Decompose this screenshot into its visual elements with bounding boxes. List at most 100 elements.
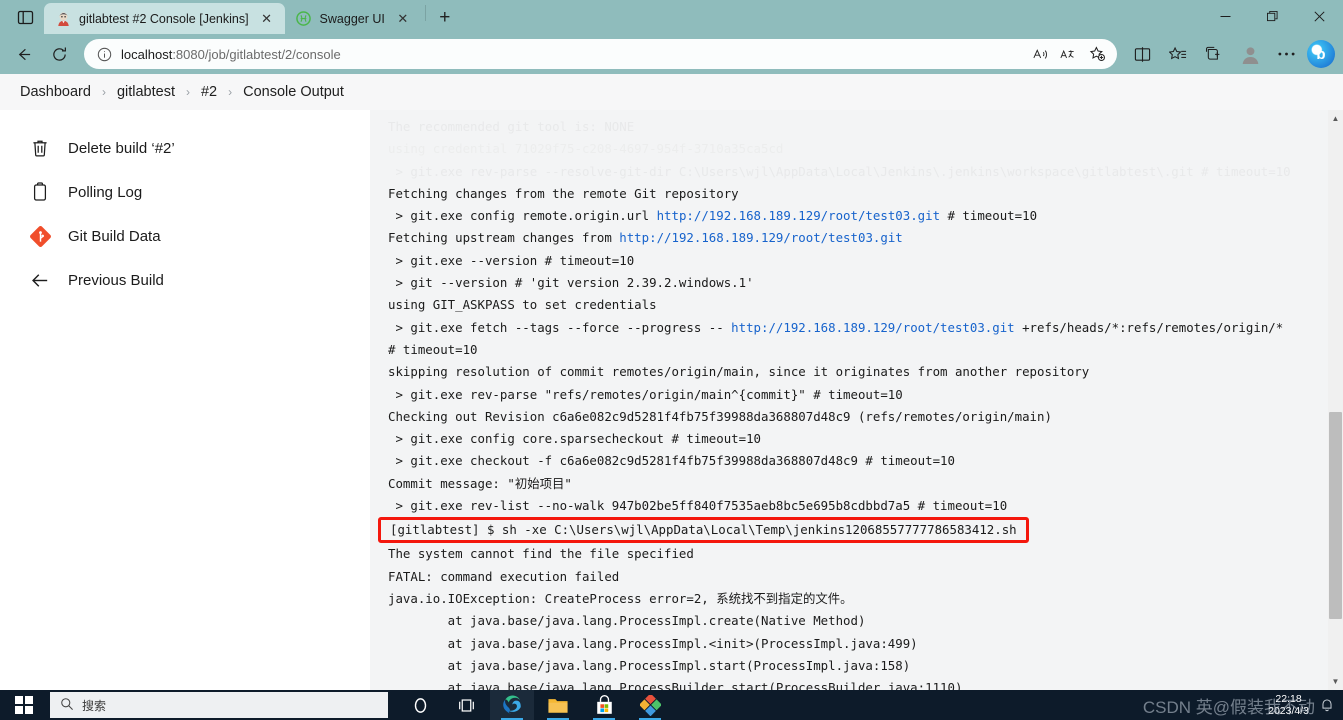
taskbar-clock[interactable]: 22:18 2023/4/3 bbox=[1268, 693, 1317, 717]
breadcrumb-item-console-output[interactable]: Console Output bbox=[237, 82, 350, 102]
highlighted-command: [gitlabtest] $ sh -xe C:\Users\wjl\AppDa… bbox=[378, 517, 1029, 544]
scroll-down-arrow[interactable]: ▼ bbox=[1328, 673, 1343, 690]
body-area: Delete build ‘#2’ Polling Log Git Build … bbox=[0, 110, 1343, 690]
sidebar-item-label: Previous Build bbox=[68, 271, 164, 289]
console-line-4: > git.exe config remote.origin.url http:… bbox=[370, 205, 1328, 227]
breadcrumb-separator: › bbox=[228, 85, 233, 99]
console-line-13: Checking out Revision c6a6e082c9d5281f4f… bbox=[388, 408, 1052, 424]
browser-tab-title-0: gitlabtest #2 Console [Jenkins] bbox=[79, 11, 249, 26]
split-screen-icon[interactable] bbox=[1125, 39, 1159, 69]
trash-icon bbox=[28, 136, 52, 160]
browser-window: gitlabtest #2 Console [Jenkins] ✕ Swagge… bbox=[0, 0, 1343, 690]
console-text: # timeout=10 bbox=[940, 208, 1038, 224]
tab-actions-icon[interactable] bbox=[6, 1, 44, 33]
clock-time: 22:18 bbox=[1275, 693, 1302, 705]
edge-icon[interactable] bbox=[490, 690, 534, 720]
jenkins-icon bbox=[55, 11, 71, 27]
console-line-17: > git.exe rev-list --no-walk 947b02be5ff… bbox=[388, 498, 1008, 514]
new-tab-button[interactable]: + bbox=[430, 4, 460, 32]
cortana-icon[interactable] bbox=[398, 690, 442, 720]
photos-icon[interactable] bbox=[628, 690, 672, 720]
address-bar-url[interactable]: localhost:8080/job/gitlabtest/2/console bbox=[121, 47, 1027, 62]
sidebar-item-polling-log[interactable]: Polling Log bbox=[0, 170, 370, 214]
scroll-up-arrow[interactable]: ▲ bbox=[1328, 110, 1343, 127]
console-link[interactable]: http://192.168.189.129/root/test03.git bbox=[731, 320, 1014, 335]
scrollbar-thumb[interactable] bbox=[1329, 412, 1342, 619]
console-line-12: > git.exe rev-parse "refs/remotes/origin… bbox=[388, 386, 903, 402]
console-line-3: Fetching changes from the remote Git rep… bbox=[388, 185, 739, 201]
notification-icon[interactable] bbox=[1317, 695, 1337, 715]
sidebar-item-git-build-data[interactable]: Git Build Data bbox=[0, 214, 370, 258]
browser-tab-title-1: Swagger UI bbox=[319, 11, 385, 26]
search-icon bbox=[60, 697, 74, 714]
file-explorer-icon[interactable] bbox=[536, 690, 580, 720]
tab-divider bbox=[424, 5, 426, 21]
tab-close-icon-1[interactable]: ✕ bbox=[393, 9, 413, 29]
console-text: +refs/heads/*:refs/remotes/origin/* bbox=[1014, 319, 1284, 335]
reload-button[interactable] bbox=[42, 39, 76, 69]
close-window-button[interactable] bbox=[1296, 0, 1343, 32]
breadcrumb-separator: › bbox=[185, 85, 190, 99]
console-output-text: The recommended git tool is: NONE using c… bbox=[370, 110, 1328, 690]
breadcrumb-separator: › bbox=[101, 85, 106, 99]
sidebar-item-previous-build[interactable]: Previous Build bbox=[0, 258, 370, 302]
console-line-22: at java.base/java.lang.ProcessImpl.creat… bbox=[388, 613, 866, 629]
console-line-20: FATAL: command execution failed bbox=[388, 568, 620, 584]
site-info-icon[interactable] bbox=[94, 44, 114, 64]
breadcrumb-item-build[interactable]: #2 bbox=[195, 82, 223, 102]
breadcrumb-item-gitlabtest[interactable]: gitlabtest bbox=[111, 82, 181, 102]
scrollbar-track[interactable] bbox=[1328, 127, 1343, 673]
browser-tab-1[interactable]: Swagger UI ✕ bbox=[285, 3, 421, 34]
add-favorite-icon[interactable] bbox=[1083, 41, 1111, 67]
swagger-icon bbox=[296, 11, 312, 27]
taskbar-search-placeholder: 搜索 bbox=[82, 698, 107, 713]
clipboard-icon bbox=[28, 180, 52, 204]
windows-start-icon[interactable] bbox=[0, 690, 48, 720]
console-line-2: > git.exe rev-parse --resolve-git-dir C:… bbox=[388, 163, 1291, 179]
read-aloud-icon[interactable] bbox=[1027, 41, 1055, 67]
settings-more-icon[interactable] bbox=[1269, 39, 1303, 69]
task-view-icon[interactable] bbox=[444, 690, 488, 720]
windows-taskbar: 搜索 22:18 2023/4/3 CSDN 英@假装我不动 bbox=[0, 690, 1343, 720]
navigation-bar: localhost:8080/job/gitlabtest/2/console bbox=[0, 34, 1343, 74]
console-line-24: at java.base/java.lang.ProcessImpl.start… bbox=[388, 657, 911, 673]
window-controls bbox=[1202, 0, 1343, 32]
vertical-scrollbar[interactable]: ▲ ▼ bbox=[1328, 110, 1343, 690]
git-icon bbox=[28, 224, 52, 248]
console-line-23: at java.base/java.lang.ProcessImpl.<init… bbox=[388, 635, 918, 651]
system-tray: 22:18 2023/4/3 bbox=[1268, 690, 1343, 720]
taskbar-search-box[interactable]: 搜索 bbox=[50, 692, 388, 718]
minimize-button[interactable] bbox=[1202, 0, 1249, 32]
console-line-21: java.io.IOException: CreateProcess error… bbox=[388, 590, 853, 606]
tab-close-icon-0[interactable]: ✕ bbox=[257, 9, 277, 29]
favorites-icon[interactable] bbox=[1161, 39, 1195, 69]
breadcrumb-item-dashboard[interactable]: Dashboard bbox=[14, 82, 97, 102]
console-line-8: using GIT_ASKPASS to set credentials bbox=[388, 297, 657, 313]
tab-strip: gitlabtest #2 Console [Jenkins] ✕ Swagge… bbox=[0, 0, 1343, 34]
console-line-9: > git.exe fetch --tags --force --progres… bbox=[370, 317, 1328, 339]
translate-icon[interactable] bbox=[1055, 41, 1083, 67]
page-content: Dashboard › gitlabtest › #2 › Console Ou… bbox=[0, 74, 1343, 690]
microsoft-store-icon[interactable] bbox=[582, 690, 626, 720]
sidebar-item-delete-build[interactable]: Delete build ‘#2’ bbox=[0, 126, 370, 170]
console-line-5: Fetching upstream changes from http://19… bbox=[370, 227, 1328, 249]
maximize-button[interactable] bbox=[1249, 0, 1296, 32]
console-link[interactable]: http://192.168.189.129/root/test03.git bbox=[619, 230, 902, 245]
back-button[interactable] bbox=[6, 39, 40, 69]
build-sidebar: Delete build ‘#2’ Polling Log Git Build … bbox=[0, 110, 370, 690]
console-output-pane[interactable]: The recommended git tool is: NONE using c… bbox=[370, 110, 1343, 690]
profile-icon[interactable] bbox=[1233, 39, 1267, 69]
bing-copilot-icon[interactable]: b bbox=[1307, 40, 1335, 68]
console-line-18: [gitlabtest] $ sh -xe C:\Users\wjl\AppDa… bbox=[370, 517, 1328, 544]
console-line-16: Commit message: "初始项目" bbox=[388, 475, 572, 491]
console-line-25: at java.base/java.lang.ProcessBuilder.st… bbox=[388, 680, 963, 690]
address-host: localhost bbox=[121, 46, 173, 62]
browser-tab-0[interactable]: gitlabtest #2 Console [Jenkins] ✕ bbox=[44, 3, 285, 34]
console-text: > git.exe config remote.origin.url bbox=[388, 208, 657, 224]
sidebar-item-label: Git Build Data bbox=[68, 227, 161, 245]
console-link[interactable]: http://192.168.189.129/root/test03.git bbox=[657, 208, 940, 223]
collections-icon[interactable] bbox=[1197, 39, 1231, 69]
console-line-11: skipping resolution of commit remotes/or… bbox=[388, 364, 1090, 380]
console-line-15: > git.exe checkout -f c6a6e082c9d5281f4f… bbox=[388, 453, 955, 469]
address-bar[interactable]: localhost:8080/job/gitlabtest/2/console bbox=[84, 39, 1117, 69]
